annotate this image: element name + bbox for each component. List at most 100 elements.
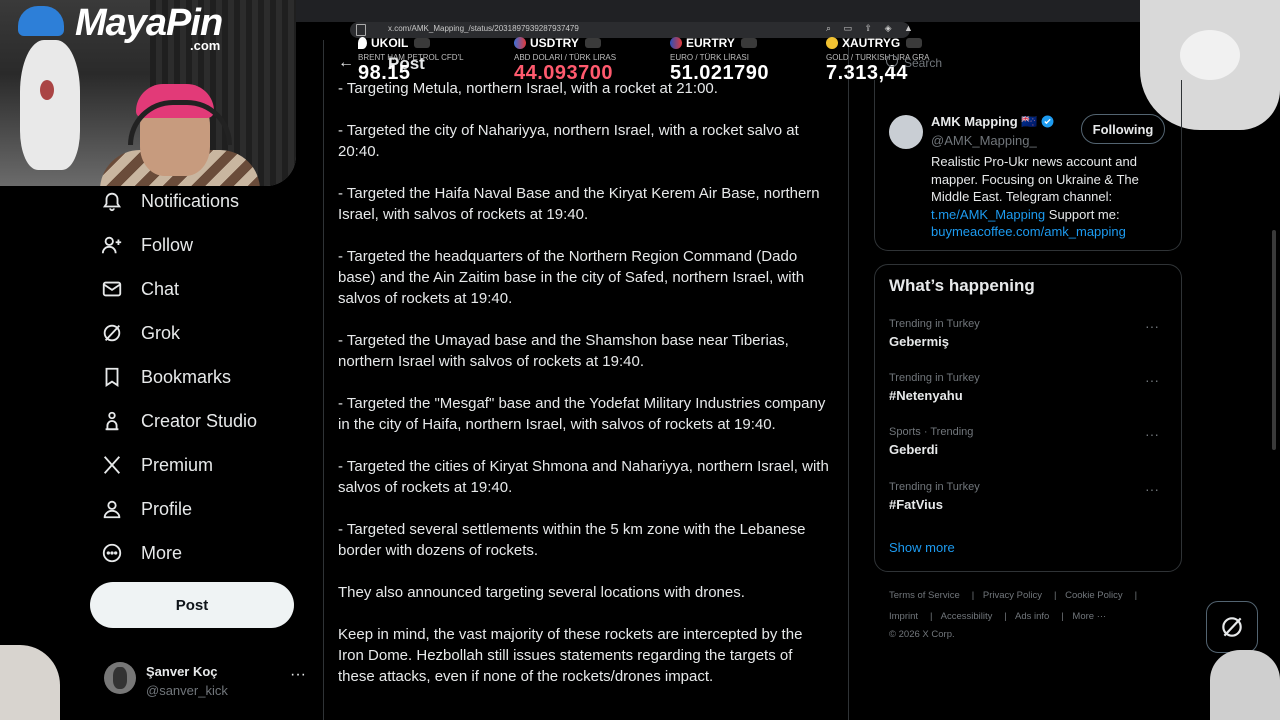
nav-label: Bookmarks	[141, 366, 232, 387]
nav-item-follow[interactable]: Follow	[100, 232, 193, 258]
cat-overlay-bottom-left	[0, 645, 60, 720]
follow-icon	[100, 233, 124, 257]
footer-link[interactable]: Terms of Service	[889, 590, 960, 601]
more-dots-icon[interactable]: ···	[1145, 372, 1159, 388]
webcam-overlay: MayaPin .com	[0, 0, 296, 186]
nav-item-premium[interactable]: Premium	[100, 452, 213, 478]
ticker-symbol: UKOIL	[371, 36, 409, 50]
creator-studio-icon	[100, 409, 124, 433]
tweet-paragraph: - Targeted the "Mesgaf" base and the Yod…	[338, 395, 826, 433]
account-name: Şanver Koç	[146, 664, 218, 679]
profile-icon	[100, 497, 124, 521]
nav-label: Premium	[141, 454, 214, 475]
more-dots-icon[interactable]: ···	[1145, 318, 1159, 334]
copyright: © 2026 X Corp.	[889, 629, 955, 640]
address-bar-url: x.com/AMK_Mapping_/status/20318979392879…	[388, 24, 579, 33]
ticker-eurtry: EURTRY EURO / TÜRK LİRASI 51.021790	[670, 34, 769, 88]
search-input[interactable]: Search	[904, 56, 942, 70]
gold-coin-icon	[826, 36, 838, 49]
tradingview-badge-icon	[906, 37, 923, 48]
nav-item-bookmarks[interactable]: Bookmarks	[100, 364, 231, 390]
tradingview-badge-icon	[584, 37, 601, 48]
nav-item-more[interactable]: More	[100, 540, 182, 566]
more-dots-icon[interactable]: ···	[1145, 426, 1159, 442]
profile-bio: Realistic Pro-Ukr news account and mappe…	[931, 153, 1167, 241]
bio-text: Realistic Pro-Ukr news account and mappe…	[931, 154, 1139, 204]
footer-link[interactable]: Cookie Policy	[1065, 590, 1123, 601]
trend-title: #Netenyahu	[889, 388, 963, 403]
cat-mouth	[40, 80, 54, 100]
nav-item-notifications[interactable]: Notifications	[100, 188, 239, 214]
tweet-paragraph: - Targeted the headquarters of the North…	[338, 248, 805, 307]
more-circle-icon	[100, 541, 124, 565]
show-more-link[interactable]: Show more	[889, 540, 955, 555]
trend-item[interactable]: Trending in Turkey Gebermiş ···	[889, 318, 1169, 362]
tweet-paragraph: - Targeted the cities of Kiryat Shmona a…	[338, 458, 829, 496]
trend-context: Trending in Turkey	[889, 481, 980, 493]
footer-link[interactable]: More ···	[1072, 611, 1106, 622]
browser-extension-icons[interactable]: ⌕ ▭ ⇪ ◈ ▲	[826, 23, 918, 34]
tweet-paragraph: - Targeted several settlements within th…	[338, 521, 806, 559]
post-button[interactable]: Post	[90, 582, 294, 628]
nav-label: Chat	[141, 278, 180, 299]
whats-happening-card	[874, 264, 1182, 572]
ticker-subtitle: EURO / TÜRK LİRASI	[670, 53, 749, 62]
bookmark-icon	[100, 365, 124, 389]
whats-happening-title: What’s happening	[889, 276, 1035, 295]
bio-link-telegram[interactable]: t.me/AMK_Mapping	[931, 207, 1045, 222]
tweet-paragraph: - Targeted the city of Nahariyya, northe…	[338, 122, 799, 160]
nav-label: Creator Studio	[141, 410, 258, 431]
cat-overlay-left	[20, 40, 80, 170]
column-divider-left	[323, 40, 324, 720]
nav-item-chat[interactable]: Chat	[100, 276, 179, 302]
grok-floating-button[interactable]	[1206, 601, 1258, 653]
nav-item-creator-studio[interactable]: Creator Studio	[100, 408, 257, 434]
trend-item[interactable]: Trending in Turkey #Netenyahu ···	[889, 372, 1169, 416]
tradingview-badge-icon	[740, 37, 757, 48]
nav-label: Grok	[141, 322, 181, 343]
nav-label: More	[141, 542, 183, 563]
more-dots-icon[interactable]: ···	[1145, 481, 1159, 497]
tweet-paragraph: - Targeted the Haifa Naval Base and the …	[338, 185, 820, 223]
ticker-symbol: XAUTRYG	[842, 36, 901, 50]
ticker-price: 98.15	[358, 62, 411, 84]
nav-label: Follow	[141, 234, 194, 255]
grok-icon	[1222, 617, 1242, 637]
tradingview-badge-icon	[414, 37, 431, 48]
column-divider-right	[848, 40, 849, 720]
trend-context: Trending in Turkey	[889, 372, 980, 384]
back-arrow-icon[interactable]: ←	[338, 54, 354, 72]
search-icon	[886, 55, 898, 67]
trend-item[interactable]: Sports · Trending Geberdi ···	[889, 426, 1169, 470]
account-handle: @sanver_kick	[146, 683, 228, 698]
ticker-symbol: EURTRY	[686, 36, 735, 50]
more-dots-icon[interactable]: ···	[290, 666, 306, 684]
ticker-ukoil: UKOIL BRENT HAM PETROL CFD'L 98.15	[358, 34, 464, 88]
footer-link[interactable]: Ads info	[1015, 611, 1049, 622]
bio-link-coffee[interactable]: buymeacoffee.com/amk_mapping	[931, 224, 1126, 239]
trend-context: Trending in Turkey	[889, 318, 980, 330]
nav-item-grok[interactable]: Grok	[100, 320, 180, 346]
bell-icon	[100, 189, 124, 213]
ticker-subtitle: BRENT HAM PETROL CFD'L	[358, 53, 464, 62]
nav-item-profile[interactable]: Profile	[100, 496, 192, 522]
footer-link[interactable]: Privacy Policy	[983, 590, 1042, 601]
profile-name[interactable]: AMK Mapping 🇳🇿	[931, 114, 1054, 130]
mayapin-logo-icon	[18, 6, 64, 36]
account-switcher[interactable]: Şanver Koç @sanver_kick ···	[100, 658, 310, 702]
trend-title: Geberdi	[889, 442, 939, 457]
ticker-usdtry: USDTRY ABD DOLARI / TÜRK LIRAS 44.093700	[514, 34, 616, 88]
following-button[interactable]: Following	[1081, 114, 1165, 144]
grok-icon	[100, 321, 124, 345]
page-scrollbar[interactable]	[1272, 230, 1276, 450]
ticker-symbol: USDTRY	[530, 36, 579, 50]
avatar[interactable]	[889, 115, 923, 149]
cat-face	[1180, 30, 1240, 80]
footer-link[interactable]: Accessibility	[941, 611, 993, 622]
avatar	[104, 662, 136, 694]
tweet-paragraph: - Targeted the Umayad base and the Shams…	[338, 332, 789, 370]
trend-item[interactable]: Trending in Turkey #FatVius ···	[889, 481, 1169, 525]
oil-drop-icon	[358, 36, 367, 49]
nav-label: Notifications	[141, 190, 240, 211]
footer-link[interactable]: Imprint	[889, 611, 918, 622]
